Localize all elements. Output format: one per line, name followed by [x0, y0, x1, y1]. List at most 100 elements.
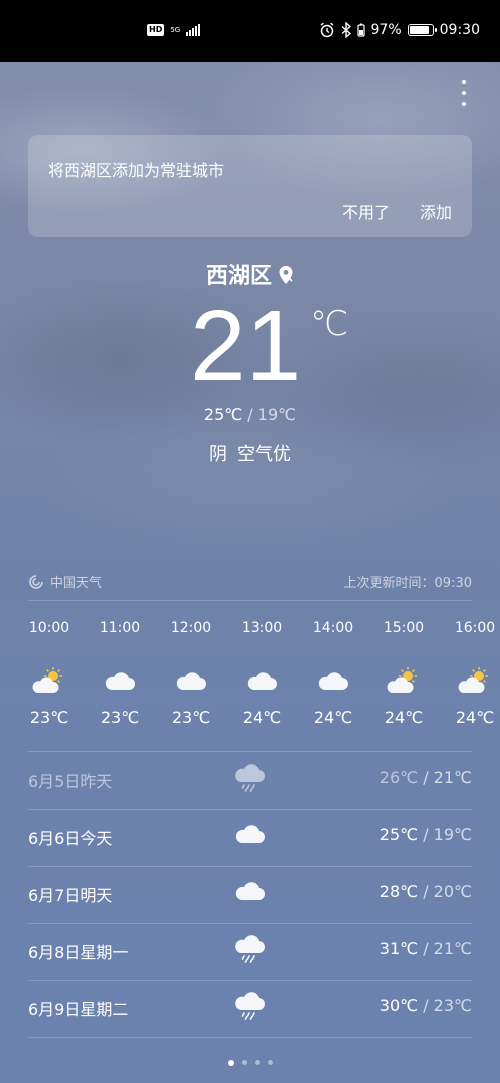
battery-percent: 97%: [370, 22, 402, 38]
battery-saver-icon: [356, 23, 365, 37]
day-label: 6月9日星期二: [28, 1000, 129, 1019]
cloudy-icon: [233, 819, 267, 851]
range-separator: /: [418, 768, 434, 787]
day-range: 30℃ / 23℃: [380, 996, 472, 1015]
hour-time: 12:00: [170, 620, 212, 636]
today-range: 25℃ / 19℃: [0, 405, 500, 424]
provider-logo-icon: [29, 574, 43, 589]
hour-time: 13:00: [241, 620, 283, 636]
rain-icon: [233, 933, 267, 965]
cloudy-icon: [233, 876, 267, 908]
daily-row[interactable]: 6月7日明天 28℃ / 20℃: [28, 866, 472, 923]
provider-name: 中国天气: [50, 576, 103, 591]
range-separator: /: [418, 939, 434, 958]
day-low: 20℃: [433, 882, 472, 901]
day-range: 25℃ / 19℃: [380, 825, 472, 844]
status-left: HD 5G: [147, 24, 201, 36]
cloudy-icon: [90, 654, 150, 708]
condition-line: 阴空气优: [0, 440, 500, 466]
clock: 09:30: [439, 22, 480, 38]
hour-item: 15:00 24℃: [374, 620, 434, 727]
hour-temp: 23℃: [171, 708, 211, 727]
air-quality[interactable]: 空气优: [237, 444, 291, 465]
hour-item: 13:00 24℃: [232, 620, 292, 727]
day-range: 26℃ / 21℃: [380, 768, 472, 787]
day-low: 23℃: [433, 996, 472, 1015]
network-label: 5G: [170, 25, 181, 34]
hourly-forecast[interactable]: 10:00 23℃ 11:00 23℃ 12:00 23℃ 13:00 24℃ 14:00 24℃…: [0, 620, 500, 740]
current-temperature: 21 ℃: [190, 290, 348, 406]
location-title[interactable]: 西湖区: [0, 258, 500, 290]
partly-sunny-icon: [19, 654, 79, 708]
hour-temp: 23℃: [29, 708, 69, 727]
location-name: 西湖区: [205, 264, 272, 289]
hour-item: 14:00 24℃: [303, 620, 363, 727]
more-menu-icon[interactable]: [458, 80, 470, 106]
range-separator: /: [418, 882, 434, 901]
temperature-value: 21: [190, 290, 302, 402]
partly-sunny-icon: [445, 654, 500, 708]
cloudy-icon: [303, 654, 363, 708]
location-pin-icon: [279, 266, 293, 284]
range-separator: /: [418, 825, 434, 844]
page-dot[interactable]: [254, 1060, 260, 1065]
daily-row[interactable]: 6月6日今天 25℃ / 19℃: [28, 809, 472, 866]
banner-message: 将西湖区添加为常驻城市: [48, 161, 225, 180]
day-label: 6月8日星期一: [28, 943, 129, 962]
cloudy-icon: [232, 654, 292, 708]
hour-temp: 24℃: [313, 708, 353, 727]
hour-temp: 24℃: [242, 708, 282, 727]
daily-row[interactable]: 6月9日星期二 30℃ / 23℃: [28, 980, 472, 1037]
day-low: 21℃: [433, 768, 472, 787]
battery-icon: [407, 24, 437, 36]
day-high: 25℃: [379, 825, 419, 844]
provider: 中国天气: [28, 572, 102, 591]
range-separator: /: [242, 405, 258, 424]
day-label: 6月5日昨天: [28, 772, 113, 791]
weather-condition: 阴: [209, 444, 227, 465]
network-type: 5G: [170, 25, 181, 34]
page-indicator: [0, 1060, 500, 1066]
hour-item: 12:00 23℃: [161, 620, 221, 727]
day-label: 6月7日明天: [28, 886, 113, 905]
add-city-banner: 将西湖区添加为常驻城市 不用了 添加: [28, 135, 472, 237]
rain-icon: [233, 762, 267, 794]
bluetooth-icon: [341, 22, 351, 38]
daily-row[interactable]: 6月8日星期一 31℃ / 21℃: [28, 923, 472, 980]
hour-item: 16:00 24℃: [445, 620, 500, 727]
divider: [28, 600, 472, 601]
today-low: 19℃: [257, 405, 297, 424]
hour-item: 11:00 23℃: [90, 620, 150, 727]
page-dot[interactable]: [227, 1060, 234, 1066]
range-separator: /: [418, 996, 434, 1015]
day-low: 19℃: [433, 825, 472, 844]
divider: [28, 1037, 472, 1038]
day-low: 21℃: [433, 939, 472, 958]
hour-time: 14:00: [312, 620, 354, 636]
hd-icon: HD: [147, 24, 165, 36]
today-high: 25℃: [203, 405, 243, 424]
alarm-icon: [320, 22, 333, 38]
day-high: 31℃: [379, 939, 419, 958]
add-button[interactable]: 添加: [420, 199, 452, 223]
hour-time: 11:00: [99, 620, 141, 636]
source-row: 中国天气 上次更新时间：09:30: [28, 572, 472, 592]
status-bar: HD 5G 97% 09:30: [0, 0, 500, 62]
hour-item: 10:00 23℃: [19, 620, 79, 727]
day-label: 6月6日今天: [28, 829, 113, 848]
day-high: 30℃: [379, 996, 419, 1015]
temperature-unit: ℃: [310, 304, 349, 344]
signal-icon: [186, 24, 201, 36]
page-dot[interactable]: [241, 1060, 247, 1065]
cloudy-icon: [161, 654, 221, 708]
hour-temp: 23℃: [100, 708, 140, 727]
day-range: 31℃ / 21℃: [380, 939, 472, 958]
partly-sunny-icon: [374, 654, 434, 708]
daily-row[interactable]: 6月5日昨天 26℃ / 21℃: [28, 752, 472, 809]
day-high: 26℃: [379, 768, 419, 787]
day-range: 28℃ / 20℃: [380, 882, 472, 901]
hour-time: 10:00: [28, 620, 70, 636]
page-dot[interactable]: [267, 1060, 273, 1065]
status-right: 97% 09:30: [319, 22, 480, 38]
decline-button[interactable]: 不用了: [342, 199, 390, 223]
